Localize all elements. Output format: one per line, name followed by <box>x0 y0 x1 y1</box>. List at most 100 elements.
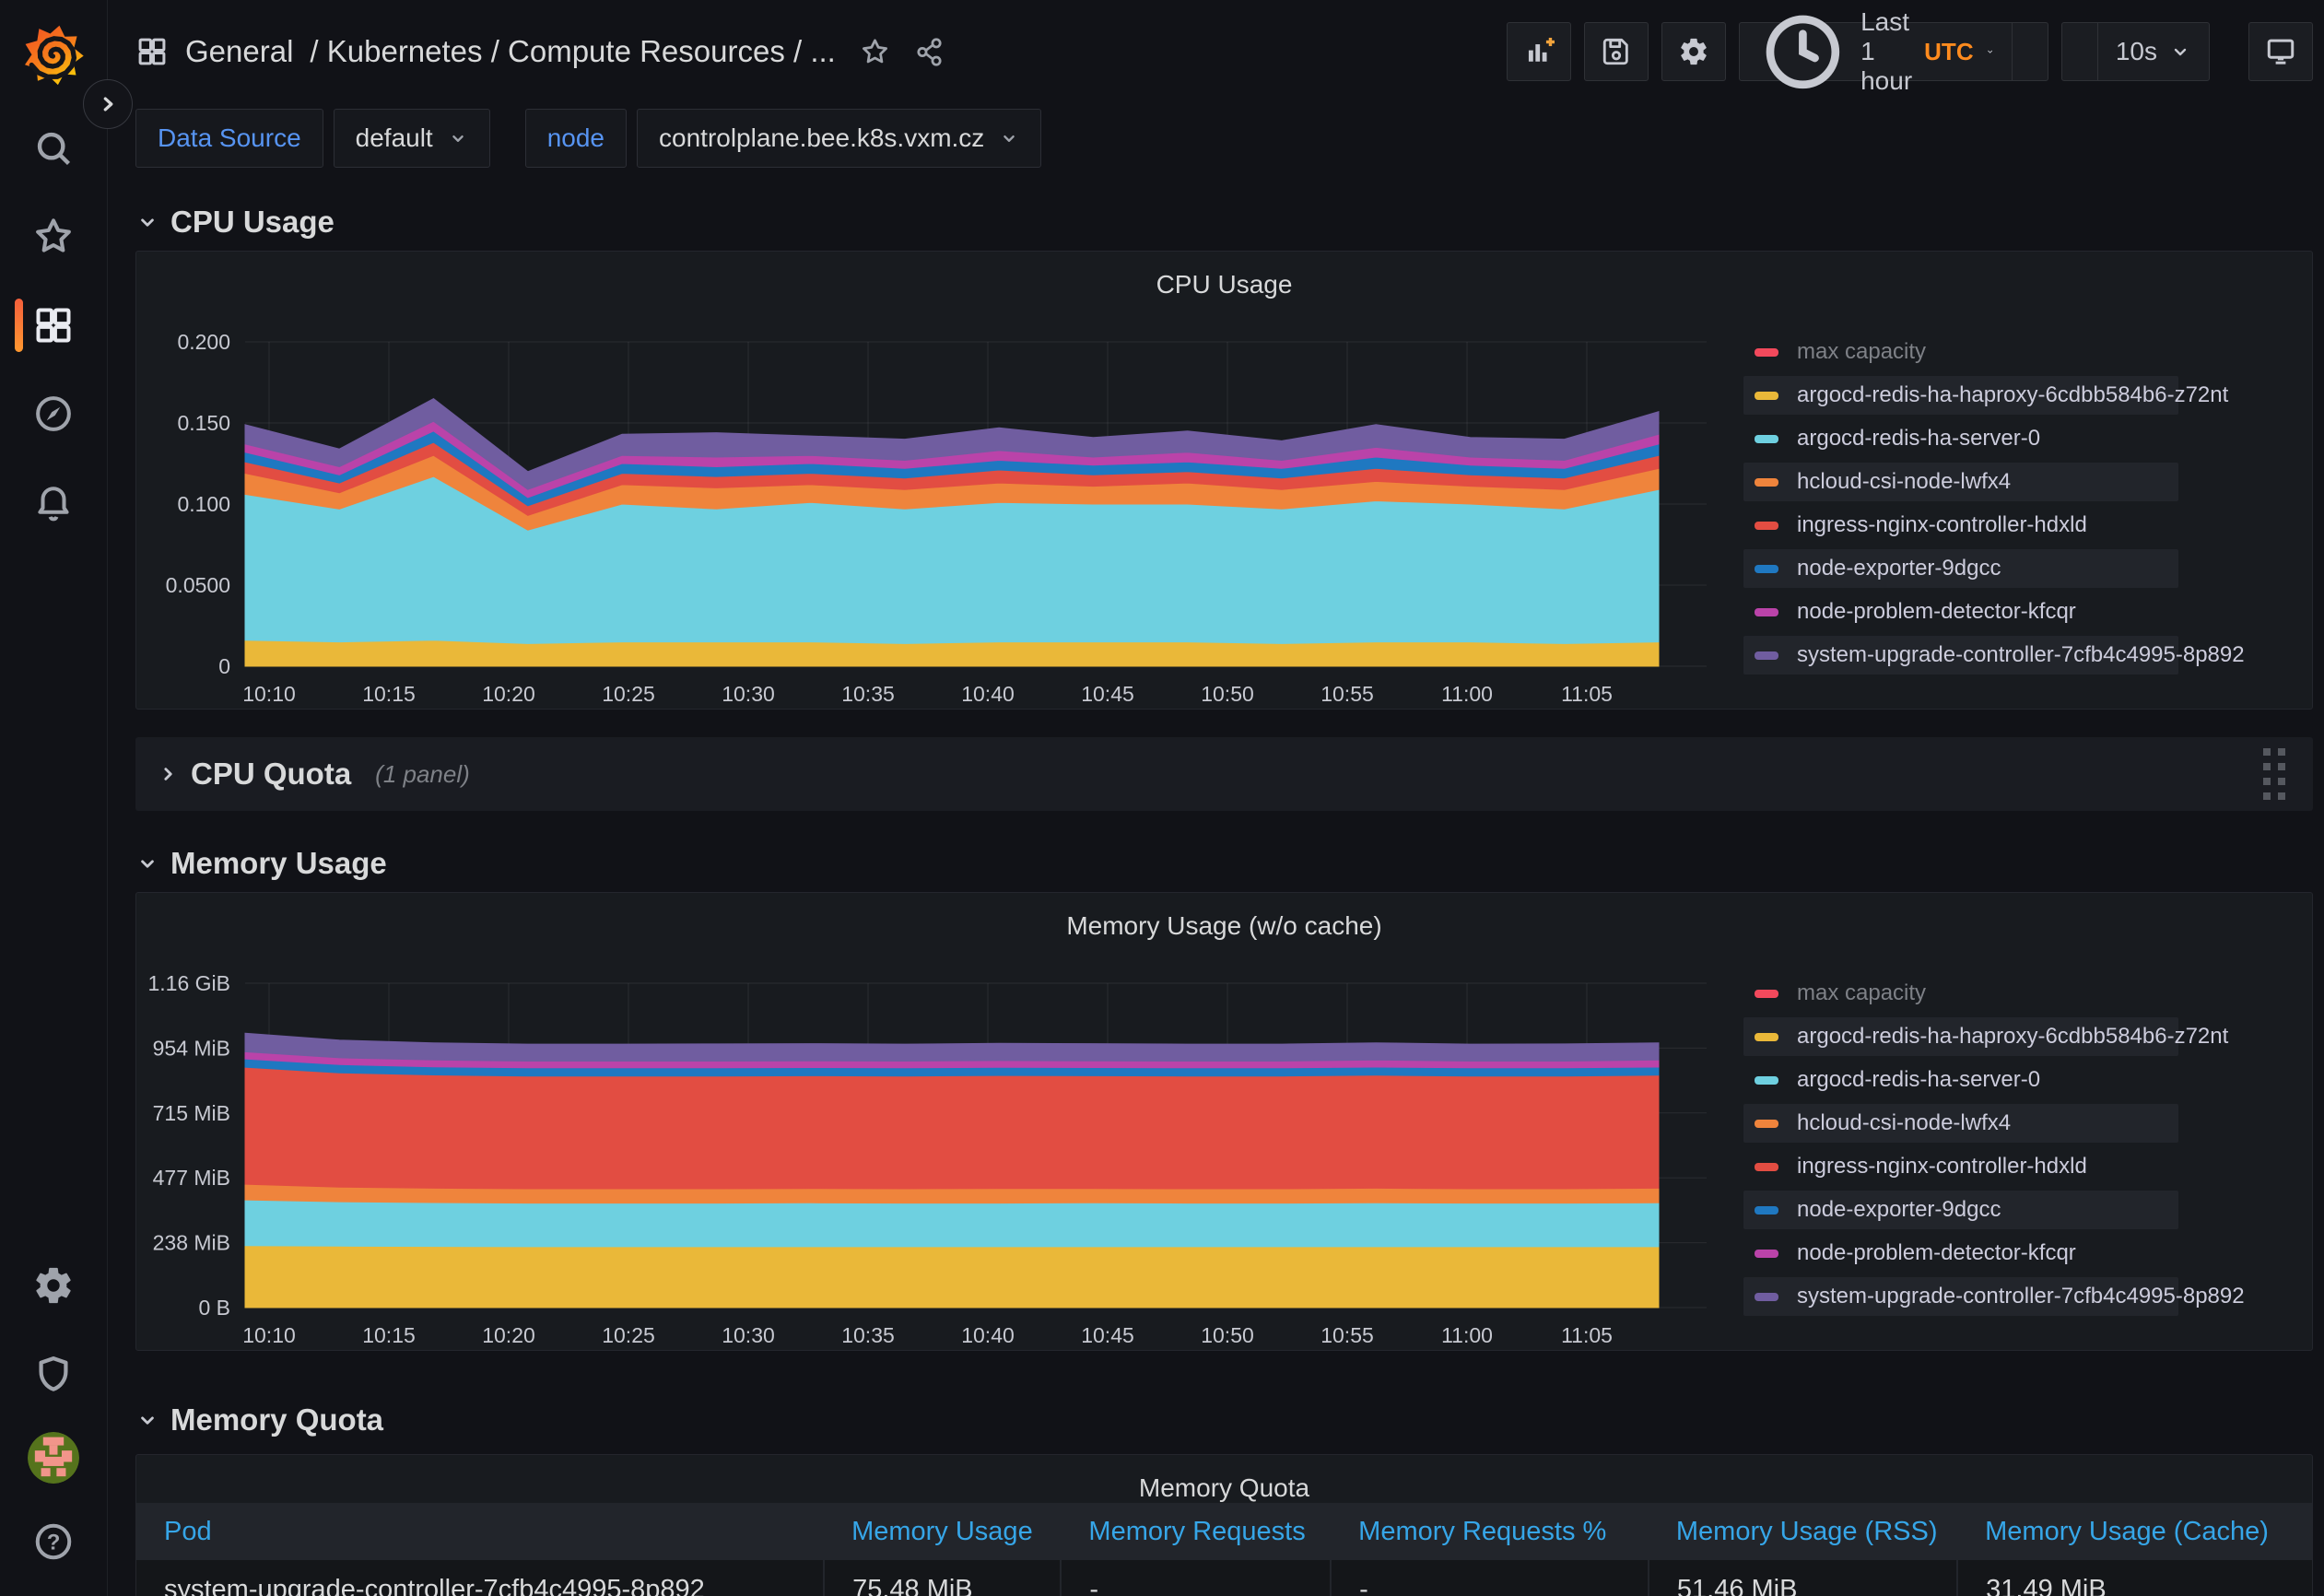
section-title: Memory Quota <box>170 1402 383 1438</box>
legend-label: ingress-nginx-controller-hdxld <box>1797 512 2087 538</box>
timezone-label: UTC <box>1924 38 1973 66</box>
chevron-down-icon <box>1986 41 1994 63</box>
refresh-interval-picker[interactable]: 10s <box>2097 23 2209 80</box>
legend-item[interactable]: node-problem-detector-kfcqr <box>1743 593 2178 631</box>
legend-item[interactable]: ingress-nginx-controller-hdxld <box>1743 1147 2178 1186</box>
star-icon[interactable] <box>860 37 890 67</box>
column-header[interactable]: Pod <box>136 1503 824 1560</box>
sidebar-item-dashboards[interactable] <box>0 295 108 356</box>
legend-item[interactable]: max capacity <box>1743 974 2178 1013</box>
legend-item[interactable]: hcloud-csi-node-lwfx4 <box>1743 1104 2178 1143</box>
dashboards-grid-icon <box>32 304 75 346</box>
x-tick-label: 10:10 <box>242 682 296 706</box>
chevron-right-icon <box>156 762 180 786</box>
x-tick-label: 10:55 <box>1320 682 1374 706</box>
sidebar-item-explore[interactable] <box>0 383 108 444</box>
x-tick-label: 11:00 <box>1441 1323 1493 1347</box>
legend-item[interactable]: node-exporter-9dgcc <box>1743 1191 2178 1229</box>
variable-value: default <box>356 123 433 153</box>
section-header-memory-usage[interactable]: Memory Usage <box>135 842 2313 885</box>
dashboard-settings-button[interactable] <box>1661 22 1726 81</box>
column-header[interactable]: Memory Usage <box>824 1503 1061 1560</box>
user-avatar[interactable] <box>28 1432 79 1484</box>
panel-count: (1 panel) <box>375 760 470 789</box>
refresh-button[interactable] <box>2062 23 2097 80</box>
add-panel-icon <box>1523 36 1555 67</box>
active-indicator <box>15 299 23 352</box>
save-dashboard-button[interactable] <box>1584 22 1649 81</box>
y-tick-label: 0.0500 <box>166 573 230 597</box>
table-cell: 51.46 MiB <box>1649 1560 1957 1596</box>
x-tick-label: 10:20 <box>482 682 535 706</box>
legend-item[interactable]: node-problem-detector-kfcqr <box>1743 1234 2178 1273</box>
panel-title[interactable]: Memory Quota <box>136 1455 2312 1503</box>
legend-item[interactable]: hcloud-csi-node-lwfx4 <box>1743 463 2178 501</box>
time-range-picker[interactable]: Last 1 hour UTC <box>1740 23 2012 80</box>
add-panel-button[interactable] <box>1507 22 1571 81</box>
legend-label: node-problem-detector-kfcqr <box>1797 599 2076 625</box>
sidebar-item-configuration[interactable] <box>0 1255 108 1316</box>
kiosk-mode-button[interactable] <box>2248 22 2313 81</box>
panel-memory-quota: Memory Quota PodMemory UsageMemory Reque… <box>135 1454 2313 1596</box>
sidebar-bottom: ? <box>0 1255 108 1596</box>
legend-label: system-upgrade-controller-7cfb4c4995-8p8… <box>1797 642 2245 668</box>
panel-title[interactable]: Memory Usage (w/o cache) <box>136 893 2312 941</box>
section-header-cpu-usage[interactable]: CPU Usage <box>135 201 2313 243</box>
legend-swatch <box>1755 1293 1778 1301</box>
legend-swatch <box>1755 1033 1778 1041</box>
legend-label: argocd-redis-ha-server-0 <box>1797 1067 2040 1093</box>
panel-memory-usage: Memory Usage (w/o cache) 0 B238 MiB477 M… <box>135 892 2313 1351</box>
table-cell: - <box>1331 1560 1649 1596</box>
column-header[interactable]: Memory Usage (Cache) <box>1957 1503 2312 1560</box>
memory-usage-chart[interactable]: 0 B238 MiB477 MiB715 MiB954 MiB1.16 GiB1… <box>136 972 1731 1358</box>
column-header[interactable]: Memory Requests <box>1061 1503 1331 1560</box>
memory-quota-table: PodMemory UsageMemory RequestsMemory Req… <box>136 1503 2312 1596</box>
legend-item[interactable]: argocd-redis-ha-haproxy-6cdbb584b6-z72nt <box>1743 376 2178 415</box>
chart-canvas: 0 B238 MiB477 MiB715 MiB954 MiB1.16 GiB1… <box>136 972 1731 1354</box>
sidebar-item-help[interactable]: ? <box>0 1511 108 1572</box>
variable-node-select[interactable]: controlplane.bee.k8s.vxm.cz <box>637 109 1041 168</box>
legend-item[interactable]: argocd-redis-ha-haproxy-6cdbb584b6-z72nt <box>1743 1017 2178 1056</box>
legend-swatch <box>1755 1076 1778 1085</box>
legend-item[interactable]: system-upgrade-controller-7cfb4c4995-8p8… <box>1743 636 2178 675</box>
variable-label: node <box>525 109 627 168</box>
breadcrumb-path: / Kubernetes / Compute Resources / ... <box>310 34 835 69</box>
grafana-logo[interactable] <box>18 17 88 87</box>
legend-item[interactable]: system-upgrade-controller-7cfb4c4995-8p8… <box>1743 1277 2178 1316</box>
legend-item[interactable]: argocd-redis-ha-server-0 <box>1743 419 2178 458</box>
share-icon[interactable] <box>914 37 945 67</box>
chart-row: 0 B238 MiB477 MiB715 MiB954 MiB1.16 GiB1… <box>136 941 2312 1358</box>
legend-item[interactable]: node-exporter-9dgcc <box>1743 549 2178 588</box>
panel-title[interactable]: CPU Usage <box>136 252 2312 299</box>
series-area-argocd-redis-ha-haproxy-6cdbb584b6-z72nt <box>245 1246 1659 1308</box>
sidebar-item-alerting[interactable] <box>0 472 108 533</box>
sidebar-item-favorites[interactable] <box>0 206 108 267</box>
column-header[interactable]: Memory Usage (RSS) <box>1649 1503 1957 1560</box>
x-tick-label: 10:45 <box>1081 1323 1134 1347</box>
legend-label: node-problem-detector-kfcqr <box>1797 1240 2076 1266</box>
x-tick-label: 10:50 <box>1201 682 1254 706</box>
sidebar-item-search[interactable] <box>0 118 108 179</box>
search-icon <box>32 127 75 170</box>
y-tick-label: 954 MiB <box>153 1036 230 1060</box>
legend-label: ingress-nginx-controller-hdxld <box>1797 1154 2087 1179</box>
variable-datasource-select[interactable]: default <box>334 109 490 168</box>
breadcrumb[interactable]: General / Kubernetes / Compute Resources… <box>135 34 836 69</box>
chart-canvas: 00.05000.1000.1500.20010:1010:1510:2010:… <box>136 331 1731 712</box>
column-header[interactable]: Memory Requests % <box>1331 1503 1649 1560</box>
drag-handle[interactable] <box>2263 748 2285 800</box>
cpu-usage-chart[interactable]: 00.05000.1000.1500.20010:1010:1510:2010:… <box>136 331 1731 717</box>
section-header-memory-quota[interactable]: Memory Quota <box>135 1399 2313 1441</box>
sidebar-expand-button[interactable] <box>83 79 133 129</box>
zoom-out-button[interactable] <box>2012 23 2048 80</box>
main-content: General / Kubernetes / Compute Resources… <box>109 0 2324 1596</box>
y-tick-label: 238 MiB <box>153 1231 230 1255</box>
legend-item[interactable]: ingress-nginx-controller-hdxld <box>1743 506 2178 545</box>
legend-item[interactable]: argocd-redis-ha-server-0 <box>1743 1061 2178 1099</box>
sidebar-item-server-admin[interactable] <box>0 1344 108 1404</box>
variable-datasource: Data Source default <box>135 109 490 168</box>
y-tick-label: 0.150 <box>177 411 230 435</box>
legend-item[interactable]: max capacity <box>1743 333 2178 371</box>
section-header-cpu-quota[interactable]: CPU Quota (1 panel) <box>135 737 2313 811</box>
breadcrumb-folder[interactable]: General <box>185 34 293 69</box>
